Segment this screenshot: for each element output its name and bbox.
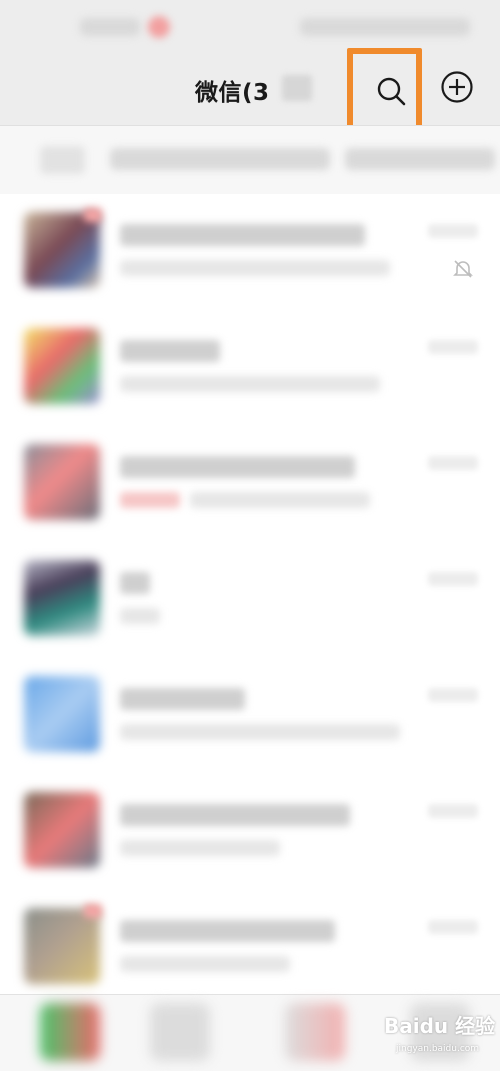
chat-list-item[interactable] [0,426,500,542]
chat-message-blur [190,492,370,508]
banner-icon-blur [40,146,85,174]
pinned-banner[interactable] [0,125,500,195]
chat-message-blur [120,260,390,276]
avatar [24,212,100,288]
chat-time-blur [428,804,478,818]
avatar [24,676,100,752]
chat-time-blur [428,224,478,238]
avatar [24,560,100,636]
chat-list [0,194,500,994]
status-notification-dot [148,16,170,38]
watermark-url: jingyan.baidu.com [396,1044,480,1054]
add-button[interactable] [440,70,474,104]
unread-badge [84,208,102,222]
chat-list-item[interactable] [0,658,500,774]
page-title: 微信(3 [195,80,270,106]
chat-name-blur [120,572,150,594]
unread-count-blur [282,75,312,101]
chat-time-blur [428,456,478,470]
chat-list-item[interactable] [0,194,500,310]
chat-message-blur [120,376,380,392]
tab-chats[interactable] [40,1003,100,1061]
chat-list-item[interactable] [0,310,500,426]
chat-message-blur [120,840,280,856]
chat-time-blur [428,572,478,586]
chat-list-item[interactable] [0,542,500,658]
status-bar [0,0,500,55]
chat-time-blur [428,688,478,702]
chat-name-blur [120,688,245,710]
watermark-brand: Baidu 经验 [384,1014,496,1038]
chat-message-blur [120,608,160,624]
banner-text-blur [110,148,330,170]
chat-time-blur [428,920,478,934]
chat-time-blur [428,340,478,354]
avatar [24,908,100,984]
plus-circle-icon [441,71,473,103]
chat-name-blur [120,804,350,826]
chat-message-blur [120,724,400,740]
chat-mention-blur [120,492,180,508]
avatar [24,792,100,868]
chat-name-blur [120,920,335,942]
chat-message-blur [120,956,290,972]
status-icons-blur [300,18,470,36]
chat-name-blur [120,224,365,246]
search-button[interactable] [347,48,422,136]
chat-list-item[interactable] [0,774,500,890]
chat-name-blur [120,340,220,362]
banner-text-blur-2 [345,148,495,170]
bell-muted-icon [453,260,473,278]
tab-contacts[interactable] [150,1003,210,1061]
chat-name-blur [120,456,355,478]
avatar [24,444,100,520]
search-icon [377,77,406,106]
status-time-blur [80,18,140,36]
tab-discover[interactable] [285,1003,345,1061]
unread-badge [84,904,102,918]
chat-list-item[interactable] [0,890,500,1006]
app-header: 微信(3 [0,55,500,120]
avatar [24,328,100,404]
